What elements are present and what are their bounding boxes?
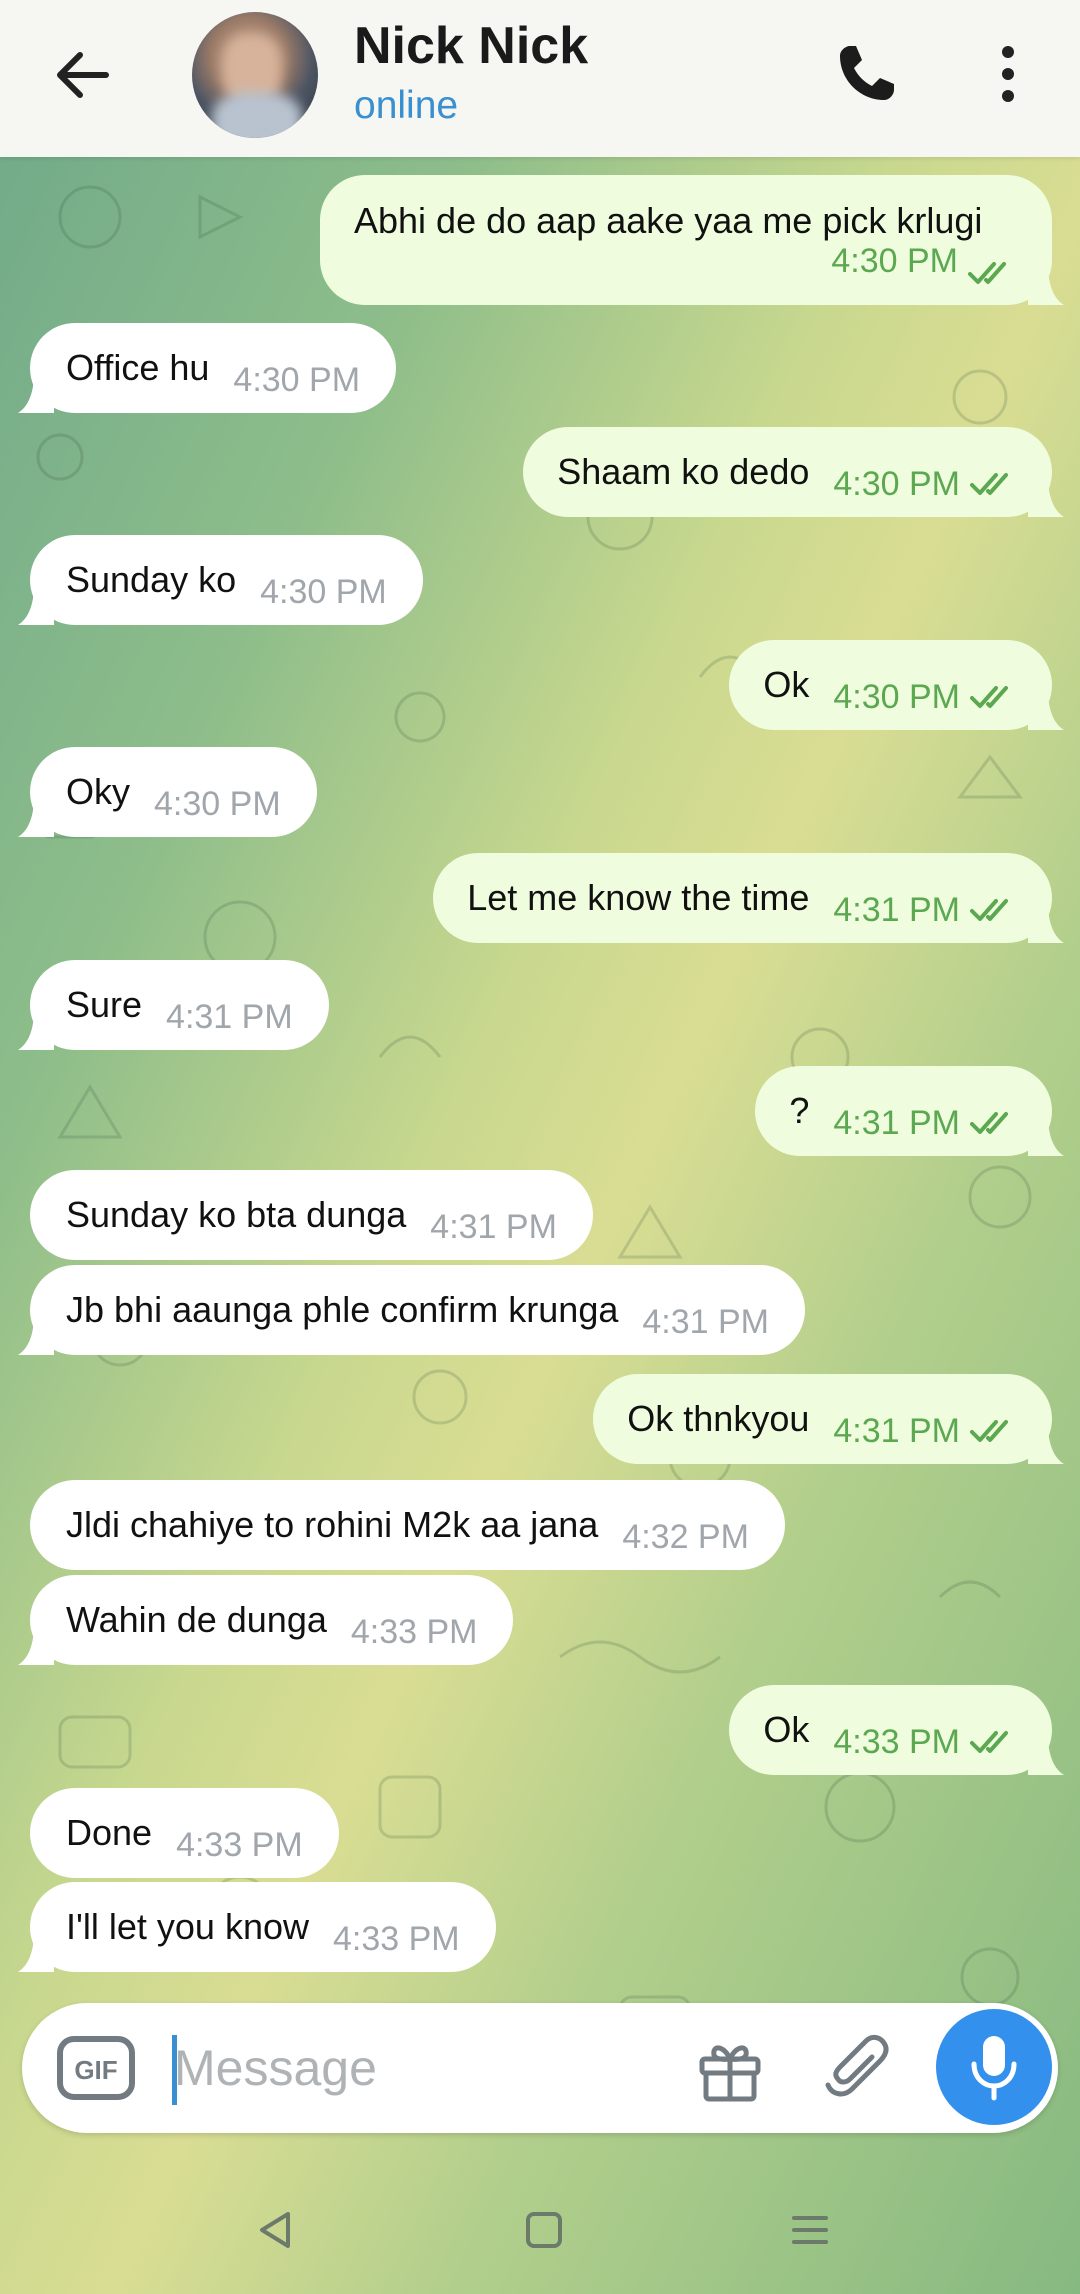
- message-time: 4:30 PM: [831, 241, 958, 280]
- nav-menu-icon[interactable]: [786, 2206, 834, 2254]
- double-check-icon: [970, 683, 1018, 711]
- double-check-icon: [970, 1417, 1018, 1445]
- outgoing-message[interactable]: Abhi de do aap aake yaa me pick krlugi 4:…: [320, 175, 1052, 305]
- bubble-tail: [1028, 690, 1064, 730]
- message-time: 4:30 PM: [260, 572, 387, 611]
- outgoing-message[interactable]: ? 4:31 PM: [755, 1066, 1052, 1156]
- message-time: 4:33 PM: [332, 1919, 460, 1958]
- message-time: 4:30 PM: [833, 464, 960, 503]
- message-text: Shaam ko dedo: [557, 451, 810, 492]
- contact-name[interactable]: Nick Nick: [354, 16, 588, 76]
- paperclip-icon[interactable]: [822, 2033, 894, 2105]
- message-input[interactable]: [174, 2025, 654, 2111]
- nav-back-icon[interactable]: [252, 2206, 300, 2254]
- message-text: Let me know the time: [467, 877, 810, 918]
- message-time: 4:31 PM: [430, 1207, 557, 1246]
- message-time: 4:31 PM: [166, 997, 293, 1036]
- message-time: 4:32 PM: [622, 1517, 749, 1556]
- message-text: Sunday ko bta dunga: [66, 1194, 407, 1235]
- incoming-message[interactable]: Sunday ko bta dunga 4:31 PM: [30, 1170, 593, 1260]
- contact-status: online: [354, 84, 459, 127]
- microphone-button[interactable]: [936, 2009, 1052, 2125]
- phone-icon[interactable]: [832, 40, 900, 108]
- bubble-tail: [1028, 1116, 1064, 1156]
- bubble-tail: [1028, 1735, 1064, 1775]
- message-time: 4:31 PM: [833, 1411, 960, 1450]
- bubble-tail: [18, 1010, 54, 1050]
- message-text: ?: [789, 1090, 810, 1131]
- outgoing-message[interactable]: Ok 4:33 PM: [729, 1685, 1052, 1775]
- bubble-tail: [1028, 903, 1064, 943]
- back-arrow-icon[interactable]: [48, 40, 118, 110]
- message-text: Jb bhi aaunga phle confirm krunga: [66, 1289, 619, 1330]
- bubble-tail: [18, 585, 54, 625]
- message-time: 4:33 PM: [833, 1722, 960, 1761]
- message-text: Ok: [763, 1709, 810, 1750]
- chat-header: Nick Nick online: [0, 0, 1080, 157]
- message-time: 4:31 PM: [833, 1103, 960, 1142]
- more-vertical-icon[interactable]: [985, 40, 1031, 108]
- incoming-message[interactable]: Office hu 4:30 PM: [30, 323, 397, 413]
- message-time: 4:33 PM: [176, 1825, 303, 1864]
- incoming-message[interactable]: Wahin de dunga 4:33 PM: [30, 1575, 514, 1665]
- incoming-message[interactable]: Sunday ko 4:30 PM: [30, 535, 423, 625]
- message-text: Oky: [66, 771, 131, 812]
- message-text: Abhi de do aap aake yaa me pick krlugi: [354, 199, 983, 241]
- message-composer: GIF: [22, 2003, 1058, 2133]
- microphone-icon: [971, 2036, 1017, 2101]
- incoming-message[interactable]: Done 4:33 PM: [30, 1788, 339, 1878]
- message-text: Ok: [763, 664, 810, 705]
- outgoing-message[interactable]: Let me know the time 4:31 PM: [433, 853, 1052, 943]
- message-text: Office hu: [66, 347, 210, 388]
- message-time: 4:30 PM: [154, 784, 281, 823]
- bubble-tail: [18, 797, 54, 837]
- bubble-tail: [18, 1625, 54, 1665]
- message-text: Ok thnkyou: [627, 1398, 810, 1439]
- gif-icon[interactable]: GIF: [56, 2035, 136, 2101]
- message-time: 4:33 PM: [350, 1612, 478, 1651]
- gift-icon[interactable]: [694, 2033, 766, 2105]
- avatar[interactable]: [192, 12, 318, 138]
- bubble-tail: [1028, 1424, 1064, 1464]
- outgoing-message[interactable]: Ok 4:30 PM: [729, 640, 1052, 730]
- bubble-tail: [18, 1932, 54, 1972]
- bubble-tail: [18, 373, 54, 413]
- bubble-tail: [1028, 477, 1064, 517]
- message-time: 4:31 PM: [833, 890, 960, 929]
- incoming-message[interactable]: Jb bhi aaunga phle confirm krunga 4:31 PM: [30, 1265, 805, 1355]
- nav-home-icon[interactable]: [520, 2206, 568, 2254]
- outgoing-message[interactable]: Shaam ko dedo 4:30 PM: [523, 427, 1052, 517]
- outgoing-message[interactable]: Ok thnkyou 4:31 PM: [593, 1374, 1052, 1464]
- system-nav-bar: [0, 2170, 1080, 2294]
- double-check-icon: [968, 259, 1016, 287]
- message-text: Wahin de dunga: [66, 1599, 327, 1640]
- double-check-icon: [970, 896, 1018, 924]
- incoming-message[interactable]: I'll let you know 4:33 PM: [30, 1882, 496, 1972]
- message-time: 4:30 PM: [833, 677, 960, 716]
- incoming-message[interactable]: Oky 4:30 PM: [30, 747, 317, 837]
- incoming-message[interactable]: Sure 4:31 PM: [30, 960, 329, 1050]
- bubble-tail: [18, 1315, 54, 1355]
- svg-text:GIF: GIF: [74, 2055, 117, 2085]
- bubble-tail: [1028, 265, 1064, 305]
- double-check-icon: [970, 1109, 1018, 1137]
- double-check-icon: [970, 470, 1018, 498]
- message-time: 4:31 PM: [642, 1302, 769, 1341]
- message-text: Done: [66, 1812, 153, 1853]
- incoming-message[interactable]: Jldi chahiye to rohini M2k aa jana 4:32 P…: [30, 1480, 785, 1570]
- message-text: Sunday ko: [66, 559, 237, 600]
- message-text: Jldi chahiye to rohini M2k aa jana: [66, 1504, 599, 1545]
- double-check-icon: [970, 1728, 1018, 1756]
- message-time: 4:30 PM: [233, 360, 361, 399]
- message-text: I'll let you know: [66, 1906, 309, 1947]
- message-text: Sure: [66, 984, 143, 1025]
